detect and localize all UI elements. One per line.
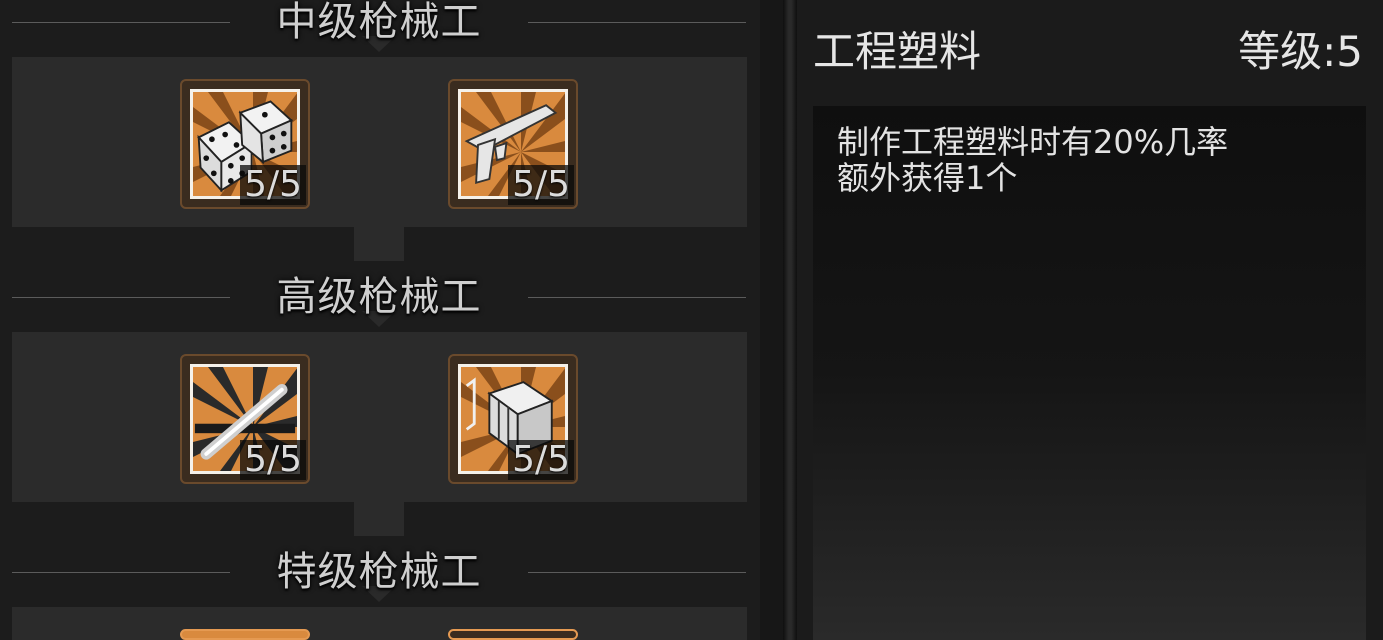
skill-tree: 中级枪械工 5/5 5/5 高级枪械工 5/5 5/5 特级枪械工 xyxy=(0,0,760,640)
header-line-left xyxy=(12,297,230,298)
tier-panel-intermediate: 5/5 5/5 xyxy=(12,57,747,227)
skill-name: 工程塑料 xyxy=(813,27,982,76)
skill-description: 制作工程塑料时有20%几率 额外获得1个 xyxy=(837,124,1317,196)
skill-level: 等级:5 xyxy=(1238,27,1363,76)
header-line-right xyxy=(528,22,746,23)
description-line: 额外获得1个 xyxy=(837,159,1018,197)
panel-divider xyxy=(783,0,797,640)
tier-title: 中级枪械工 xyxy=(276,0,482,45)
skill-crate[interactable]: 5/5 xyxy=(448,354,578,484)
skill-rank: 5/5 xyxy=(508,440,574,480)
header-line-left xyxy=(12,22,230,23)
screen: 中级枪械工 5/5 5/5 高级枪械工 5/5 5/5 特级枪械工 工程塑料 等… xyxy=(0,0,1383,640)
tier-header-advanced: 高级枪械工 xyxy=(0,269,760,327)
tier-connector xyxy=(354,502,404,536)
description-line: 制作工程塑料时有20%几率 xyxy=(837,123,1229,161)
tier-title: 高级枪械工 xyxy=(276,274,482,320)
skill-rank: 5/5 xyxy=(240,440,306,480)
skill-detail-panel: 工程塑料 等级:5 制作工程塑料时有20%几率 额外获得1个 xyxy=(797,0,1383,640)
tier-header-expert: 特级枪械工 xyxy=(0,544,760,602)
skill-rank: 5/5 xyxy=(240,165,306,205)
header-line-right xyxy=(528,297,746,298)
header-line-right xyxy=(528,572,746,573)
tier-panel-advanced: 5/5 5/5 xyxy=(12,332,747,502)
skill-description-box: 制作工程塑料时有20%几率 额外获得1个 xyxy=(813,106,1366,640)
skill-rank: 5/5 xyxy=(508,165,574,205)
header-line-left xyxy=(12,572,230,573)
skill-expert-2[interactable] xyxy=(448,629,578,640)
tier-title: 特级枪械工 xyxy=(276,549,482,595)
tier-connector xyxy=(354,227,404,261)
skill-expert-1[interactable] xyxy=(180,629,310,640)
skill-dice[interactable]: 5/5 xyxy=(180,79,310,209)
tier-panel-expert xyxy=(12,607,747,640)
skill-pistol[interactable]: 5/5 xyxy=(448,79,578,209)
skill-metal-rod[interactable]: 5/5 xyxy=(180,354,310,484)
tier-header-intermediate: 中级枪械工 xyxy=(0,0,760,52)
